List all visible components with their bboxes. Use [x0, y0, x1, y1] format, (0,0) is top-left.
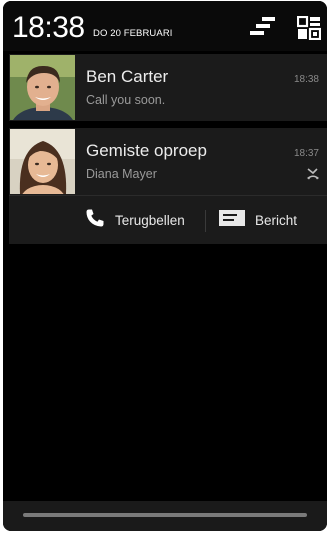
shade-bottom-bar — [3, 501, 327, 531]
message-label: Bericht — [255, 212, 298, 228]
notification-time: 18:37 — [293, 148, 319, 159]
callback-label: Terugbellen — [115, 212, 185, 228]
drag-handle[interactable] — [23, 513, 307, 517]
notification-time: 18:38 — [293, 74, 319, 85]
action-separator — [205, 210, 206, 232]
avatar — [10, 55, 75, 120]
notification-text: Diana Mayer — [86, 167, 157, 181]
notification-actions: Terugbellen Bericht — [9, 196, 327, 244]
missed-call-icon — [306, 167, 320, 185]
message-icon — [219, 209, 245, 231]
notification-missed-call[interactable]: Gemiste oproep Diana Mayer 18:37 Terugbe… — [9, 128, 327, 244]
callback-button[interactable]: Terugbellen — [85, 196, 185, 244]
notification-shade: 18:38 DO 20 FEBRUARI Ben Carter Call you… — [3, 1, 327, 531]
notification-title: Gemiste oproep — [86, 141, 207, 160]
notification-title: Ben Carter — [86, 67, 169, 86]
clock: 18:38 — [12, 11, 85, 44]
date: DO 20 FEBRUARI — [93, 28, 173, 39]
notification-text: Call you soon. — [86, 93, 166, 107]
clear-all-icon[interactable] — [250, 16, 276, 43]
phone-icon — [85, 208, 105, 233]
quick-settings-icon[interactable] — [296, 15, 322, 45]
notification-message[interactable]: Ben Carter Call you soon. 18:38 — [9, 54, 327, 121]
status-header: 18:38 DO 20 FEBRUARI — [3, 1, 327, 51]
message-button[interactable]: Bericht — [219, 196, 297, 244]
avatar — [10, 129, 75, 194]
